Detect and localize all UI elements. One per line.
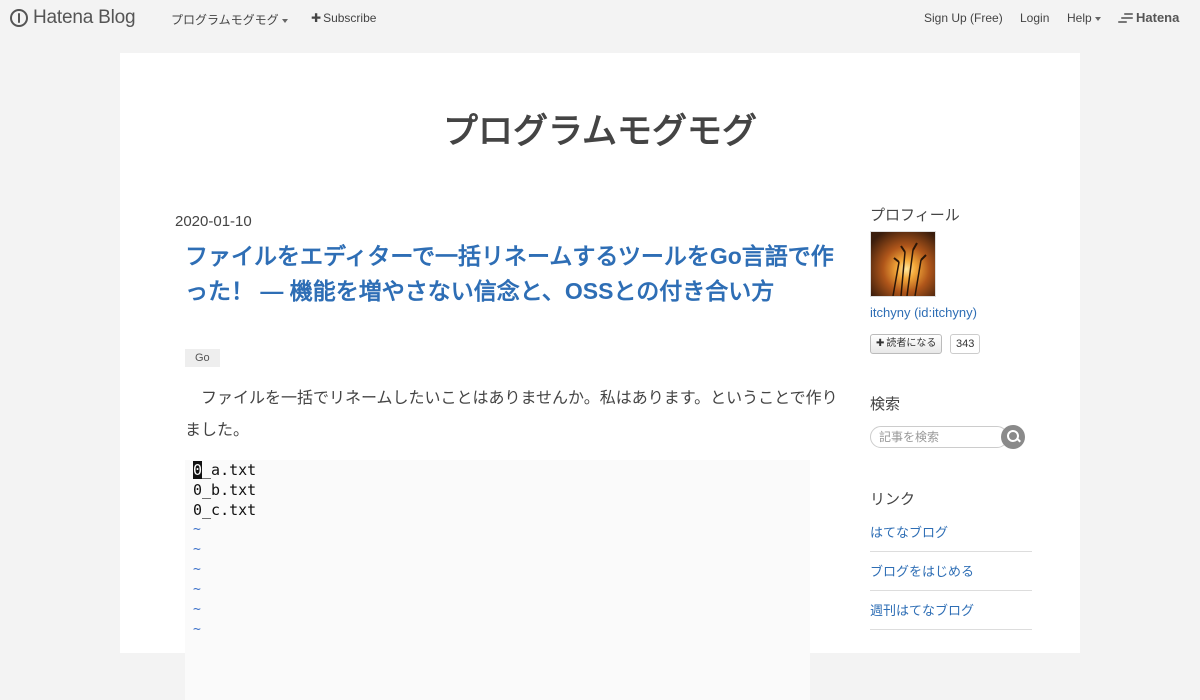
blog-menu-dropdown[interactable]: プログラムモグモグ xyxy=(171,11,288,28)
code-line-text: _a.txt xyxy=(202,461,257,479)
search-button[interactable] xyxy=(1001,425,1025,449)
blog-menu-label: プログラムモグモグ xyxy=(171,13,279,27)
code-block: 0_a.txt 0_b.txt 0_c.txt ~ ~ ~ ~ ~ ~ xyxy=(185,460,810,700)
profile-heading: プロフィール xyxy=(870,207,960,224)
blog-container: プログラムモグモグ 2020-01-10 ファイルをエディターで一括リネームする… xyxy=(120,53,1080,700)
subscribe-reader-button[interactable]: ✚ 読者になる xyxy=(870,334,943,354)
hatena-blog-logo[interactable]: Hatena Blog xyxy=(10,7,136,29)
help-label: Help xyxy=(1067,11,1092,25)
logo-text: Hatena Blog xyxy=(33,7,136,28)
empty-line-tilde: ~ xyxy=(193,622,201,637)
sidebar-link-hatena-blog[interactable]: はてなブログ xyxy=(870,513,1032,552)
avatar-image xyxy=(892,242,927,296)
caret-down-icon xyxy=(281,18,288,23)
blog-title[interactable]: プログラムモグモグ xyxy=(120,103,1080,154)
plus-icon: ✚ xyxy=(876,338,885,349)
hatena-blog-logo-icon xyxy=(10,9,28,27)
empty-line-tilde: ~ xyxy=(193,562,201,577)
category-tag[interactable]: Go xyxy=(185,349,220,367)
plus-icon: ✚ xyxy=(311,11,322,25)
empty-line-tilde: ~ xyxy=(193,582,201,597)
empty-line-tilde: ~ xyxy=(193,602,201,617)
code-line: 0_c.txt xyxy=(193,501,257,519)
reader-count-badge: 343 xyxy=(950,334,981,354)
caret-down-icon xyxy=(1094,16,1101,21)
article-title[interactable]: ファイルをエディターで一括リネームするツールをGo言語で作った！ — 機能を増や… xyxy=(185,239,845,309)
code-line: 0_b.txt xyxy=(193,481,257,499)
sidebar-link-start-blog[interactable]: ブログをはじめる xyxy=(870,552,1032,591)
article-date[interactable]: 2020-01-10 xyxy=(175,213,252,230)
profile-avatar[interactable] xyxy=(870,231,936,297)
empty-line-tilde: ~ xyxy=(193,522,201,537)
hatena-brand-label: Hatena xyxy=(1136,10,1180,25)
code-line: 0_a.txt xyxy=(185,460,810,480)
link-list: はてなブログ ブログをはじめる 週刊はてなブログ xyxy=(870,513,1032,630)
sidebar-link-weekly[interactable]: 週刊はてなブログ xyxy=(870,591,1032,630)
hatena-brand-icon xyxy=(1118,11,1133,25)
search-input[interactable] xyxy=(870,426,1008,448)
hatena-brand-link[interactable]: Hatena xyxy=(1118,10,1179,25)
links-heading: リンク xyxy=(870,491,916,508)
editor-cursor: 0 xyxy=(193,461,203,479)
empty-line-tilde: ~ xyxy=(193,542,201,557)
signup-link[interactable]: Sign Up (Free) xyxy=(924,11,1003,25)
subscribe-button[interactable]: ✚ Subscribe xyxy=(311,11,376,25)
search-heading: 検索 xyxy=(870,396,901,413)
help-dropdown[interactable]: Help xyxy=(1067,11,1101,25)
article-paragraph: ファイルを一括でリネームしたいことはありませんか。私はあります。ということで作り… xyxy=(185,390,838,439)
subscribe-label: Subscribe xyxy=(323,11,377,25)
login-link[interactable]: Login xyxy=(1020,11,1049,25)
reader-button-label: 読者になる xyxy=(886,338,937,349)
profile-name-link[interactable]: itchyny (id:itchyny) xyxy=(870,305,977,320)
top-navigation-bar: Hatena Blog プログラムモグモグ ✚ Subscribe Sign Up… xyxy=(0,0,1200,36)
